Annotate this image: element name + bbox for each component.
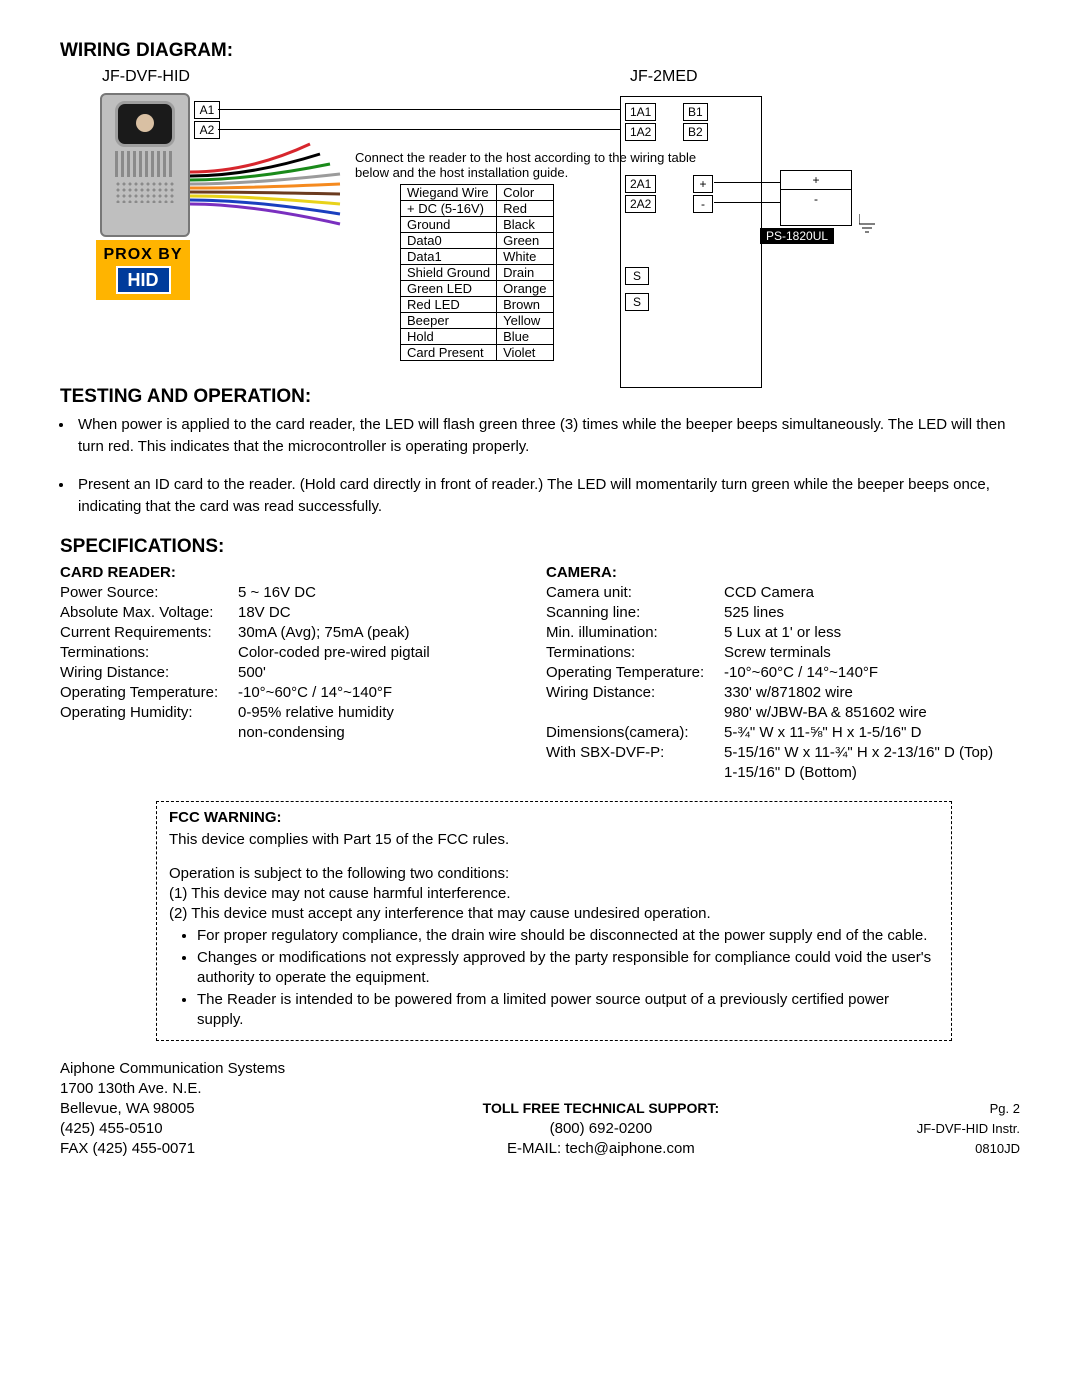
label-left-device: JF-DVF-HID <box>102 68 190 86</box>
wiegand-h1: Wiegand Wire <box>401 185 497 201</box>
testing-list: When power is applied to the card reader… <box>74 414 1020 518</box>
spec-val: Color-coded pre-wired pigtail <box>238 643 534 663</box>
terminal-a2: A2 <box>194 121 220 139</box>
wiring-diagram: JF-DVF-HID JF-2MED PROX BY HID A1 A2 <box>60 68 960 368</box>
heading-specs: SPECIFICATIONS: <box>60 536 1020 558</box>
hid-top: PROX BY <box>103 246 182 264</box>
spec-key: Terminations: <box>60 643 238 663</box>
testing-item: When power is applied to the card reader… <box>74 414 1020 458</box>
spec-key: Operating Humidity: <box>60 703 238 723</box>
spec-val: -10°~60°C / 14°~140°F <box>724 663 1020 683</box>
power-supply-box: + - <box>780 170 852 226</box>
camera-title: CAMERA: <box>546 564 1020 581</box>
heading-wiring: WIRING DIAGRAM: <box>60 40 1020 62</box>
fcc-line: This device complies with Part 15 of the… <box>169 830 939 850</box>
spec-val: 525 lines <box>724 603 1020 623</box>
spec-val: 5-¾" W x 11-⅝" H x 1-5/16" D <box>724 723 1020 743</box>
fcc-warning: FCC WARNING: This device complies with P… <box>156 801 952 1041</box>
spec-val: 980' w/JBW-BA & 851602 wire <box>724 703 1020 723</box>
hid-badge-icon: PROX BY HID <box>96 240 190 300</box>
card-reader-title: CARD READER: <box>60 564 534 581</box>
pin-plus: + <box>693 175 713 193</box>
spec-val: -10°~60°C / 14°~140°F <box>238 683 534 703</box>
spec-val: non-condensing <box>238 723 534 743</box>
spec-key: Camera unit: <box>546 583 724 603</box>
spec-key: Absolute Max. Voltage: <box>60 603 238 623</box>
pin-b2: B2 <box>683 123 708 141</box>
spec-key: Dimensions(camera): <box>546 723 724 743</box>
fcc-cond: (1) This device may not cause harmful in… <box>169 884 939 904</box>
fcc-bullet: For proper regulatory compliance, the dr… <box>197 926 939 946</box>
fcc-bullet: The Reader is intended to be powered fro… <box>197 990 939 1030</box>
spec-key: Wiring Distance: <box>60 663 238 683</box>
spec-val: 5 Lux at 1' or less <box>724 623 1020 643</box>
spec-val: 5 ~ 16V DC <box>238 583 534 603</box>
page-footer: Aiphone Communication Systems 1700 130th… <box>60 1059 1020 1159</box>
spec-val: Screw terminals <box>724 643 1020 663</box>
pin-s2: S <box>625 293 649 311</box>
pin-1a1: 1A1 <box>625 103 656 121</box>
ps-label: PS-1820UL <box>760 228 834 244</box>
spec-key: Wiring Distance: <box>546 683 724 703</box>
spec-val: CCD Camera <box>724 583 1020 603</box>
pin-1a2: 1A2 <box>625 123 656 141</box>
footer-address: Aiphone Communication Systems 1700 130th… <box>60 1059 285 1159</box>
footer-support: TOLL FREE TECHNICAL SUPPORT: (800) 692-0… <box>483 1098 719 1159</box>
spec-key: Scanning line: <box>546 603 724 623</box>
spec-key <box>546 763 724 783</box>
spec-camera: CAMERA: Camera unit:CCD CameraScanning l… <box>546 564 1020 783</box>
spec-key: Terminations: <box>546 643 724 663</box>
spec-key <box>60 723 238 743</box>
pin-2a2: 2A2 <box>625 195 656 213</box>
spec-val: 18V DC <box>238 603 534 623</box>
pin-minus: - <box>693 195 713 213</box>
hid-bottom: HID <box>116 266 171 294</box>
spec-val: 330' w/871802 wire <box>724 683 1020 703</box>
jf-2med-block: 1A1 1A2 B1 B2 2A1 2A2 + - S S <box>620 96 762 388</box>
pin-2a1: 2A1 <box>625 175 656 193</box>
pin-b1: B1 <box>683 103 708 121</box>
spec-val: 500' <box>238 663 534 683</box>
wiegand-h2: Color <box>497 185 553 201</box>
spec-key: Operating Temperature: <box>60 683 238 703</box>
spec-card-reader: CARD READER: Power Source:5 ~ 16V DCAbso… <box>60 564 534 783</box>
wiegand-table: Wiegand WireColor + DC (5-16V)Red Ground… <box>400 184 554 361</box>
fcc-cond: (2) This device must accept any interfer… <box>169 904 939 924</box>
heading-testing: TESTING AND OPERATION: <box>60 386 1020 408</box>
wire-fan-icon <box>190 172 390 296</box>
spec-key <box>546 703 724 723</box>
fcc-title: FCC WARNING: <box>169 808 939 828</box>
spec-key: Operating Temperature: <box>546 663 724 683</box>
fcc-bullet: Changes or modifications not expressly a… <box>197 948 939 988</box>
fcc-line: Operation is subject to the following tw… <box>169 864 939 884</box>
spec-key: With SBX-DVF-P: <box>546 743 724 763</box>
label-right-device: JF-2MED <box>630 68 698 86</box>
ground-icon <box>859 214 889 244</box>
spec-val: 5-15/16" W x 11-¾" H x 2-13/16" D (Top) <box>724 743 1020 763</box>
door-station-icon <box>100 93 190 237</box>
footer-meta: Pg. 2 JF-DVF-HID Instr. 0810JD <box>917 1099 1020 1159</box>
terminal-a1: A1 <box>194 101 220 119</box>
pin-s1: S <box>625 267 649 285</box>
spec-val: 1-15/16" D (Bottom) <box>724 763 1020 783</box>
spec-key: Current Requirements: <box>60 623 238 643</box>
spec-val: 30mA (Avg); 75mA (peak) <box>238 623 534 643</box>
spec-key: Power Source: <box>60 583 238 603</box>
spec-val: 0-95% relative humidity <box>238 703 534 723</box>
spec-key: Min. illumination: <box>546 623 724 643</box>
testing-item: Present an ID card to the reader. (Hold … <box>74 474 1020 518</box>
